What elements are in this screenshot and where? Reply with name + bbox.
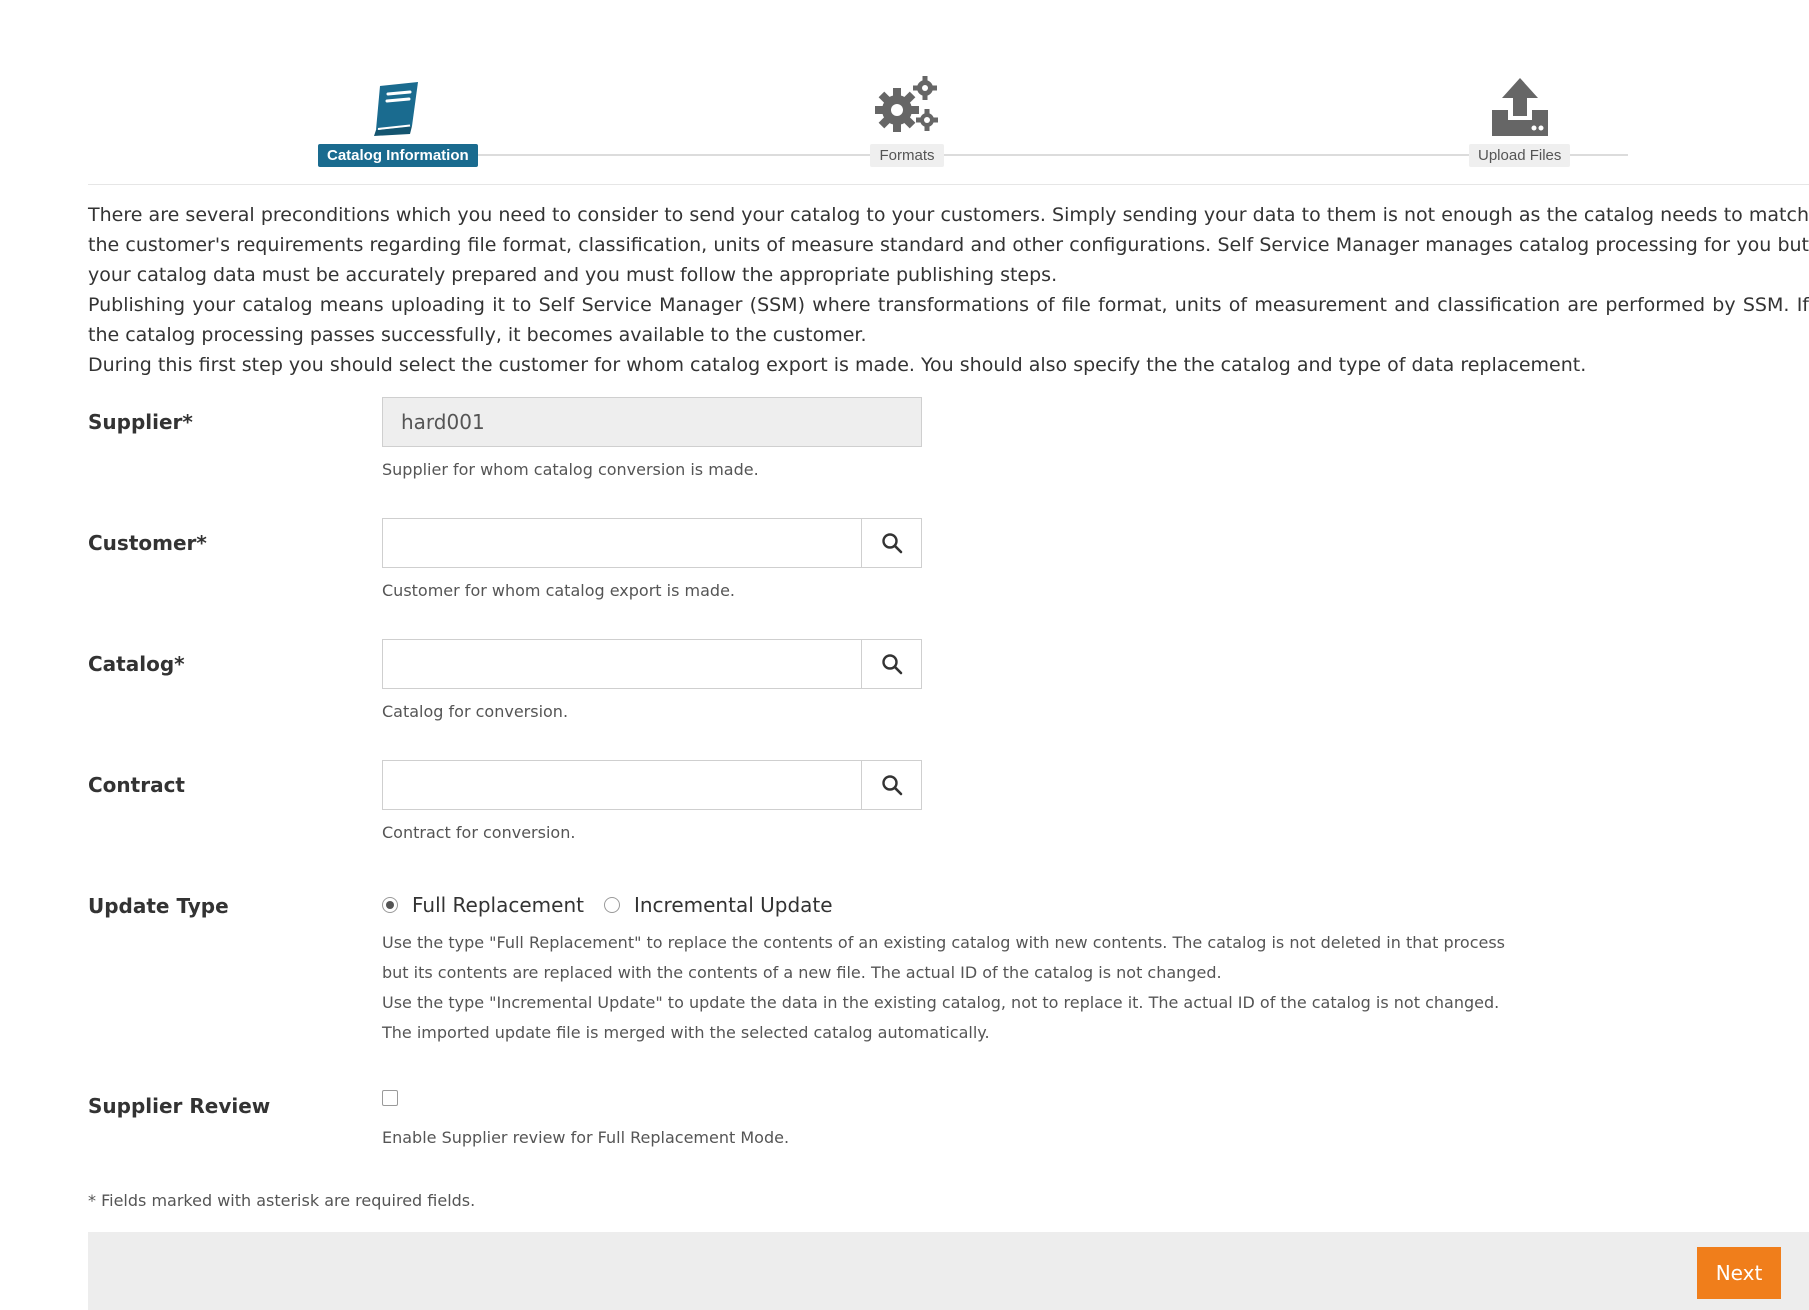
supplier-field <box>382 397 922 447</box>
supplier-label: Supplier* <box>88 410 193 434</box>
supplier-input <box>383 398 921 446</box>
catalog-search-button[interactable] <box>861 640 921 688</box>
intro-paragraph-2: Publishing your catalog means uploading … <box>88 294 1809 346</box>
contract-help: Contract for conversion. <box>382 823 576 842</box>
upload-icon <box>1480 70 1560 138</box>
full-replacement-help: Use the type "Full Replacement" to repla… <box>382 933 1506 982</box>
search-icon <box>881 775 902 796</box>
catalog-help: Catalog for conversion. <box>382 702 569 721</box>
supplier-review-label: Supplier Review <box>88 1094 271 1118</box>
step-label-catalog-information: Catalog Information <box>318 144 478 167</box>
search-icon <box>881 654 902 675</box>
supplier-review-help: Enable Supplier review for Full Replacem… <box>382 1128 790 1147</box>
intro-text: There are several preconditions which yo… <box>88 200 1809 380</box>
update-type-label: Update Type <box>88 894 229 918</box>
update-type-help: Use the type "Full Replacement" to repla… <box>382 928 1512 1048</box>
full-replacement-radio[interactable] <box>382 897 398 913</box>
step-upload-files[interactable]: Upload Files <box>1469 70 1571 167</box>
step-label-upload-files: Upload Files <box>1469 144 1571 167</box>
book-icon <box>358 70 438 138</box>
customer-input[interactable] <box>383 519 863 567</box>
incremental-update-help: Use the type "Incremental Update" to upd… <box>382 993 1500 1042</box>
footer-bar <box>88 1232 1809 1310</box>
catalog-input[interactable] <box>383 640 863 688</box>
catalog-label: Catalog* <box>88 652 185 676</box>
update-type-radio-group: Full Replacement Incremental Update <box>382 893 853 917</box>
contract-search-button[interactable] <box>861 761 921 809</box>
customer-search-button[interactable] <box>861 519 921 567</box>
contract-field <box>382 760 922 810</box>
gears-icon <box>867 70 947 138</box>
catalog-field <box>382 639 922 689</box>
full-replacement-label[interactable]: Full Replacement <box>412 893 584 917</box>
step-catalog-information[interactable]: Catalog Information <box>318 70 478 167</box>
intro-paragraph-1: There are several preconditions which yo… <box>88 204 1809 286</box>
customer-label: Customer* <box>88 531 207 555</box>
incremental-update-label[interactable]: Incremental Update <box>634 893 833 917</box>
wizard-stepper: Catalog Information Formats Upload Files <box>0 0 1809 185</box>
stepper-divider <box>88 184 1809 185</box>
required-fields-note: * Fields marked with asterisk are requir… <box>88 1191 476 1210</box>
contract-input[interactable] <box>383 761 863 809</box>
supplier-help: Supplier for whom catalog conversion is … <box>382 460 759 479</box>
stepper-connector-line <box>358 154 1628 156</box>
customer-field <box>382 518 922 568</box>
customer-help: Customer for whom catalog export is made… <box>382 581 735 600</box>
supplier-review-checkbox[interactable] <box>382 1090 398 1106</box>
search-icon <box>881 533 902 554</box>
contract-label: Contract <box>88 773 185 797</box>
step-formats[interactable]: Formats <box>867 70 947 167</box>
intro-paragraph-3: During this first step you should select… <box>88 354 1587 376</box>
step-label-formats: Formats <box>870 144 944 167</box>
next-button[interactable]: Next <box>1697 1247 1781 1299</box>
incremental-update-radio[interactable] <box>603 897 620 913</box>
